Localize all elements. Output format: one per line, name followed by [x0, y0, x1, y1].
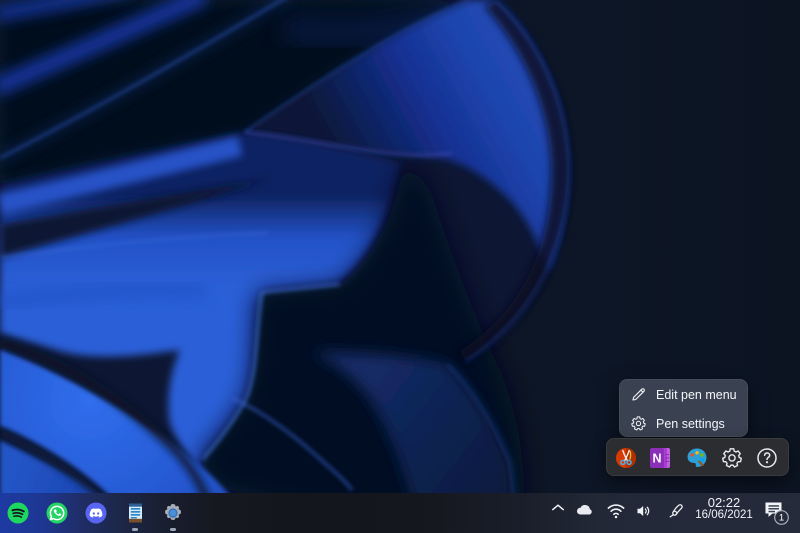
svg-text:N: N	[652, 452, 661, 466]
svg-text:1: 1	[779, 513, 784, 524]
